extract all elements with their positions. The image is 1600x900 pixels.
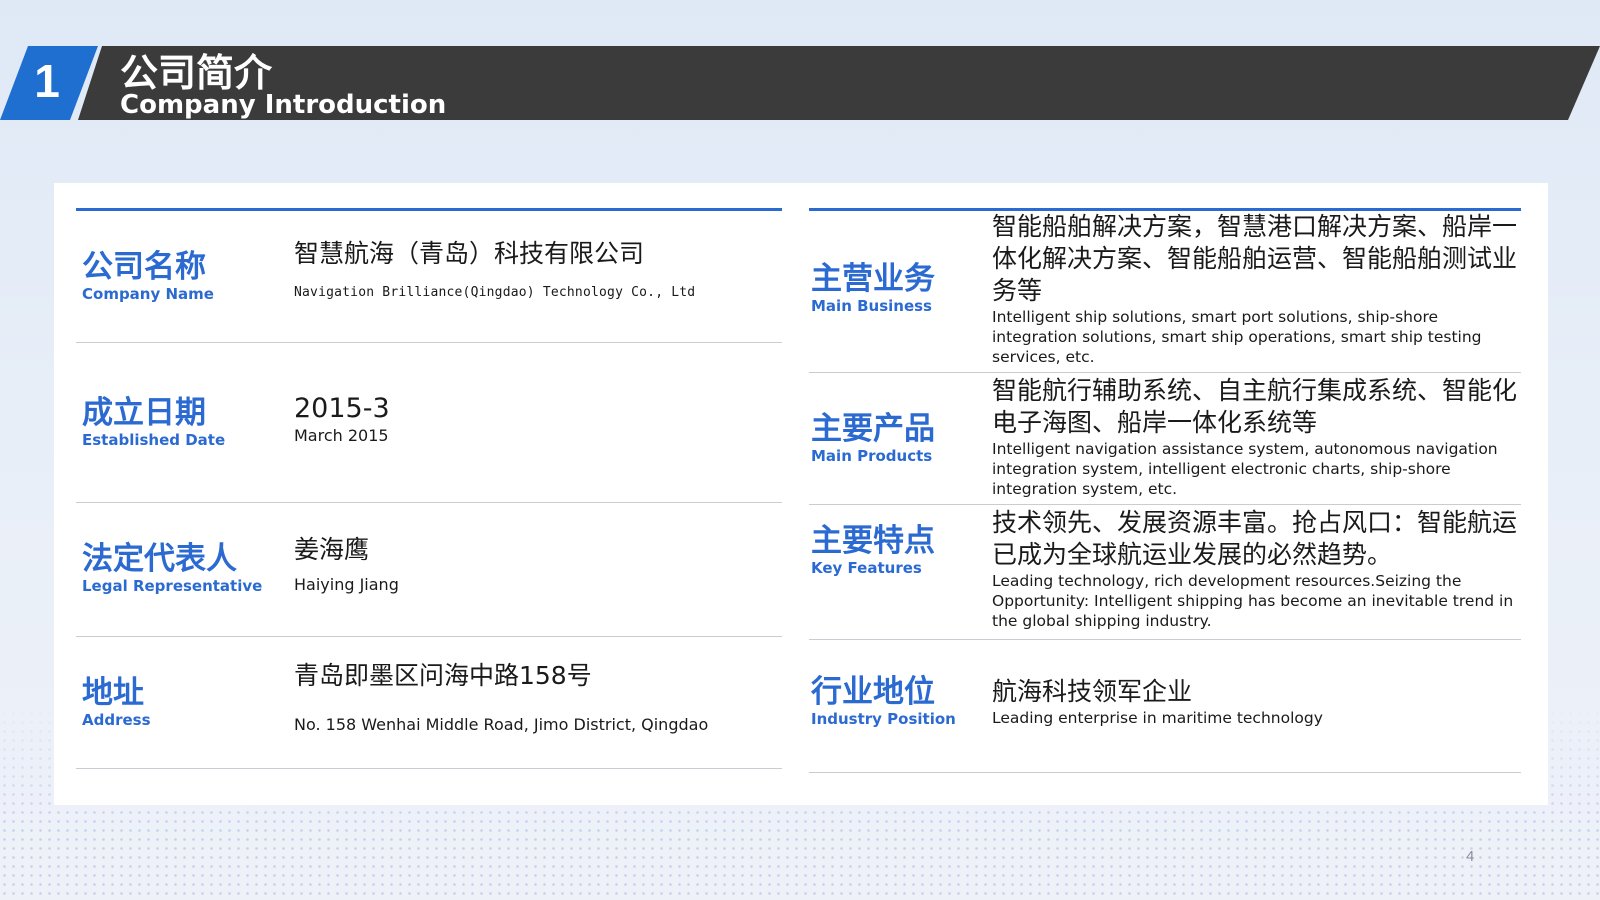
right-info-column: 主营业务 Main Business 智能船舶解决方案，智慧港口解决方案、船岸一…: [809, 208, 1521, 773]
label-cn: 公司名称: [82, 249, 206, 285]
info-row-main-products: 主要产品 Main Products 智能航行辅助系统、自主航行集成系统、智能化…: [809, 373, 1521, 505]
row-value: 智能航行辅助系统、自主航行集成系统、智能化电子海图、船岸一体化系统等 Intel…: [992, 375, 1517, 499]
value-cn: 2015-3: [294, 393, 390, 424]
info-row-main-business: 主营业务 Main Business 智能船舶解决方案，智慧港口解决方案、船岸一…: [809, 211, 1521, 373]
value-en: Haiying Jiang: [294, 575, 399, 594]
label-cn: 主营业务: [811, 261, 935, 297]
value-cn: 航海科技领军企业: [992, 677, 1193, 706]
value-en: Leading enterprise in maritime technolog…: [992, 709, 1323, 727]
value-cn: 智能航行辅助系统、自主航行集成系统、智能化电子海图、船岸一体化系统等: [992, 376, 1518, 437]
label-cn: 成立日期: [82, 395, 206, 431]
row-label: 主营业务 Main Business: [811, 261, 935, 315]
info-row-industry-position: 行业地位 Industry Position 航海科技领军企业 Leading …: [809, 640, 1521, 773]
info-row-legal-representative: 法定代表人 Legal Representative 姜海鹰 Haiying J…: [76, 503, 782, 637]
label-en: Established Date: [82, 431, 226, 449]
label-en: Key Features: [811, 559, 922, 577]
row-value: 技术领先、发展资源丰富。抢占风口：智能航运已成为全球航运业发展的必然趋势。 Le…: [992, 507, 1517, 631]
row-value: 智能船舶解决方案，智慧港口解决方案、船岸一体化解决方案、智能船舶运营、智能船舶测…: [992, 211, 1517, 367]
value-cn: 智能船舶解决方案，智慧港口解决方案、船岸一体化解决方案、智能船舶运营、智能船舶测…: [992, 212, 1518, 305]
label-cn: 地址: [82, 675, 144, 711]
slide-title-en: Company Introduction: [120, 90, 447, 120]
row-label: 公司名称 Company Name: [82, 249, 214, 303]
slide-title-bar: 1 公司简介 Company Introduction: [0, 46, 1600, 120]
label-cn: 法定代表人: [82, 541, 237, 577]
row-label: 主要特点 Key Features: [811, 523, 935, 577]
info-row-address: 地址 Address 青岛即墨区问海中路158号 No. 158 Wenhai …: [76, 637, 782, 769]
value-cn: 姜海鹰: [294, 535, 370, 564]
slide-title-cn: 公司简介: [120, 51, 273, 95]
info-row-established-date: 成立日期 Established Date 2015-3 March 2015: [76, 343, 782, 503]
row-value: 航海科技领军企业 Leading enterprise in maritime …: [992, 676, 1517, 728]
label-en: Legal Representative: [82, 577, 263, 595]
section-number: 1: [34, 55, 60, 107]
value-en: Leading technology, rich development res…: [992, 572, 1514, 630]
info-row-key-features: 主要特点 Key Features 技术领先、发展资源丰富。抢占风口：智能航运已…: [809, 505, 1521, 640]
row-value: 2015-3 March 2015: [294, 393, 776, 447]
label-cn: 主要特点: [811, 523, 935, 559]
row-value: 青岛即墨区问海中路158号 No. 158 Wenhai Middle Road…: [294, 659, 776, 736]
row-label: 主要产品 Main Products: [811, 411, 935, 465]
label-en: Industry Position: [811, 710, 956, 728]
value-en: Navigation Brilliance(Qingdao) Technolog…: [294, 285, 696, 300]
row-label: 法定代表人 Legal Representative: [82, 541, 262, 595]
value-cn: 青岛即墨区问海中路158号: [294, 661, 592, 690]
label-en: Main Business: [811, 297, 932, 315]
value-en: No. 158 Wenhai Middle Road, Jimo Distric…: [294, 715, 709, 734]
value-en: Intelligent ship solutions, smart port s…: [992, 308, 1482, 366]
value-en: Intelligent navigation assistance system…: [992, 440, 1498, 498]
value-cn: 智慧航海（青岛）科技有限公司: [294, 239, 645, 268]
info-row-company-name: 公司名称 Company Name 智慧航海（青岛）科技有限公司 Navigat…: [76, 211, 782, 343]
label-en: Address: [82, 711, 151, 729]
label-cn: 行业地位: [811, 674, 935, 710]
value-cn: 技术领先、发展资源丰富。抢占风口：智能航运已成为全球航运业发展的必然趋势。: [992, 508, 1518, 569]
info-card: 公司名称 Company Name 智慧航海（青岛）科技有限公司 Navigat…: [54, 183, 1548, 805]
row-value: 姜海鹰 Haiying Jiang: [294, 533, 776, 596]
row-label: 行业地位 Industry Position: [811, 674, 956, 728]
label-cn: 主要产品: [811, 411, 935, 447]
value-en: March 2015: [294, 426, 389, 445]
row-value: 智慧航海（青岛）科技有限公司 Navigation Brilliance(Qin…: [294, 237, 776, 304]
left-info-column: 公司名称 Company Name 智慧航海（青岛）科技有限公司 Navigat…: [76, 208, 782, 769]
label-en: Main Products: [811, 447, 933, 465]
row-label: 成立日期 Established Date: [82, 395, 225, 449]
row-label: 地址 Address: [82, 675, 151, 729]
page-number: 4: [1466, 848, 1475, 865]
label-en: Company Name: [82, 285, 214, 303]
